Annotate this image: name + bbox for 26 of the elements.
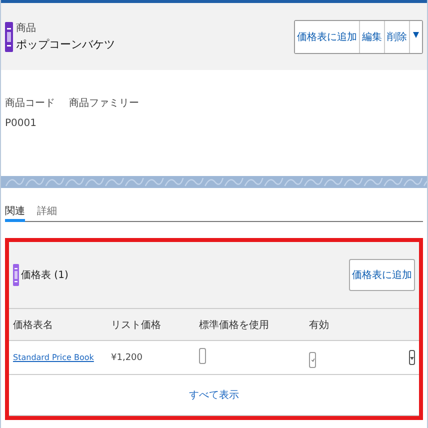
field-label: 商品コード xyxy=(5,96,55,110)
caret-icon xyxy=(410,356,414,360)
product-icon xyxy=(5,22,13,52)
check-icon xyxy=(310,356,314,362)
column-header: 標準価格を使用 xyxy=(199,318,270,332)
tab[interactable]: 詳細 xyxy=(37,202,57,222)
row-menu-button[interactable] xyxy=(409,350,415,365)
object-label: 商品 xyxy=(16,22,37,35)
related-list-title: 価格表 (1) xyxy=(21,268,68,282)
column-header: リスト価格 xyxy=(111,318,162,332)
tab[interactable]: 関連 xyxy=(5,202,25,222)
action-button[interactable]: 価格表に追加 xyxy=(295,20,360,52)
add-button[interactable]: 価格表に追加 xyxy=(349,259,415,291)
more-actions-button[interactable] xyxy=(410,20,422,52)
field-label: 商品ファミリー xyxy=(69,96,139,110)
action-button[interactable]: 編集 xyxy=(360,20,385,52)
price-book-icon xyxy=(13,264,19,286)
column-header: 価格表名 xyxy=(13,318,54,332)
table-cell-text: ¥1,200 xyxy=(111,352,144,362)
field-value: P0001 xyxy=(5,118,38,129)
price-book-link[interactable]: Standard Price Book xyxy=(13,353,111,362)
action-button[interactable]: 削除 xyxy=(385,20,410,52)
caret-icon xyxy=(413,31,419,39)
record-title: ポップコーンバケツ xyxy=(16,37,115,52)
column-header: 有効 xyxy=(309,318,330,332)
view-all-link[interactable]: すべて表示 xyxy=(189,388,239,402)
